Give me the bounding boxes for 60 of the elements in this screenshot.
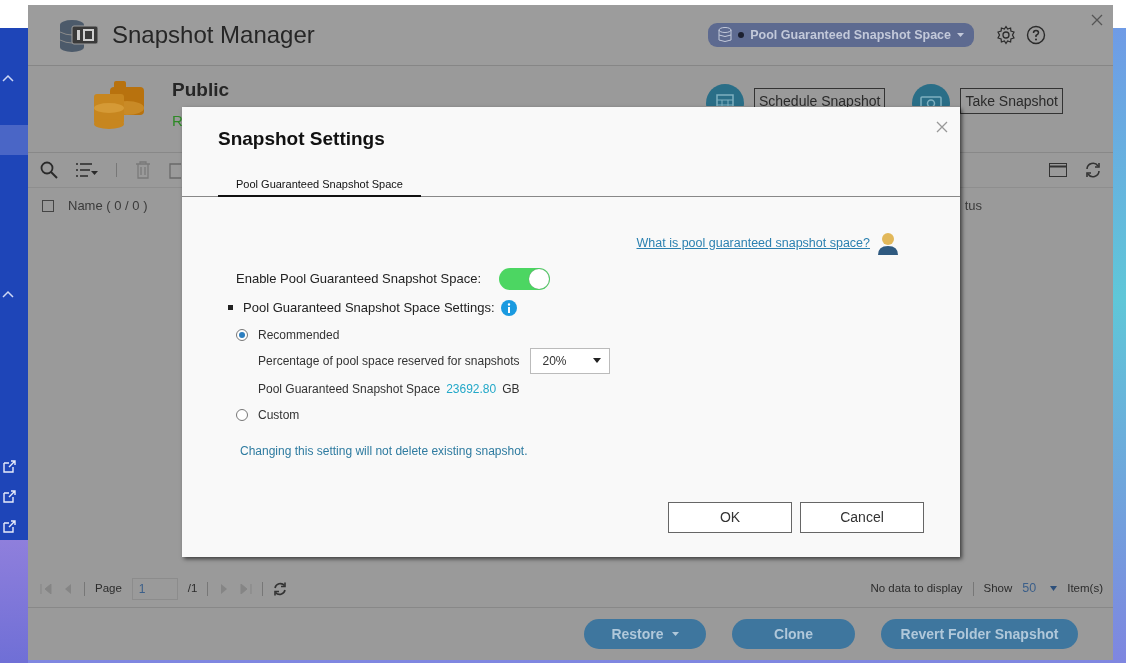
note-text: Changing this setting will not delete existing snapshot.	[240, 442, 529, 460]
refresh-icon[interactable]	[273, 581, 288, 596]
page-size-select[interactable]: 50	[1022, 579, 1058, 598]
caret-icon	[957, 33, 964, 37]
items-label: Item(s)	[1067, 580, 1103, 596]
cancel-button[interactable]: Cancel	[800, 502, 924, 533]
search-icon[interactable]	[40, 161, 58, 179]
chevron-up-icon[interactable]	[2, 290, 14, 298]
ok-button[interactable]: OK	[668, 502, 792, 533]
dropdown-button[interactable]: Restore	[584, 619, 706, 649]
tab[interactable]: Pool Guaranteed Snapshot Space	[218, 175, 421, 197]
action-button[interactable]: Revert Folder Snapshot	[881, 619, 1078, 649]
toggle-switch[interactable]	[499, 268, 550, 290]
page-field[interactable]: 1	[131, 577, 178, 600]
database-icon	[718, 27, 733, 43]
percentage-label: Percentage of pool space reserved for snapshots	[258, 352, 520, 370]
unit-label: GB	[502, 380, 520, 398]
show-label: Show	[983, 580, 1013, 596]
status-text: R	[172, 110, 184, 131]
radio-button[interactable]	[236, 328, 248, 341]
caret-icon	[1050, 586, 1058, 591]
info-icon	[500, 299, 517, 316]
status-dot-icon	[738, 32, 745, 38]
pool-selector[interactable]: Pool Guaranteed Snapshot Space	[708, 23, 974, 47]
select-all-checkbox[interactable]	[42, 200, 54, 212]
external-link-icon[interactable]	[3, 520, 16, 533]
space-label: Pool Guaranteed Snapshot Space	[258, 380, 441, 398]
window-icon[interactable]	[1049, 163, 1067, 177]
action-button[interactable]: Clone	[732, 619, 855, 649]
bullet-icon	[228, 305, 233, 311]
external-link-icon[interactable]	[3, 460, 16, 473]
dialog-title: Snapshot Settings	[218, 127, 385, 151]
settings-icon[interactable]	[996, 25, 1016, 45]
close-icon[interactable]	[936, 121, 948, 133]
page-total: /1	[187, 580, 198, 596]
help-icon[interactable]	[1026, 25, 1046, 45]
option-label: Custom	[258, 406, 300, 424]
option-label: Recommended	[258, 326, 340, 344]
person-icon	[876, 231, 900, 255]
external-link-icon[interactable]	[3, 490, 16, 503]
sidebar-highlight	[0, 125, 28, 155]
enable-label: Enable Pool Guaranteed Snapshot Space:	[236, 270, 481, 289]
camera-icon	[912, 84, 951, 106]
refresh-icon[interactable]	[1085, 162, 1101, 178]
column-header: tus	[964, 197, 982, 216]
folder-name: Public	[172, 78, 229, 102]
column-header: Name ( 0 / 0 )	[68, 197, 148, 216]
take-snapshot-button[interactable]: Take Snapshot	[960, 88, 1063, 114]
app-title: Snapshot Manager	[112, 20, 315, 50]
space-value: 23692.80	[446, 380, 497, 398]
close-icon[interactable]	[1091, 14, 1103, 26]
caret-icon	[592, 358, 601, 363]
list-filter-icon[interactable]	[76, 163, 98, 177]
section-label: Pool Guaranteed Snapshot Space Settings:	[243, 299, 495, 317]
chevron-up-icon[interactable]	[2, 74, 14, 82]
radio-button[interactable]	[236, 408, 248, 421]
status-text: No data to display	[870, 580, 963, 596]
page-label: Page	[95, 580, 122, 596]
percentage-select[interactable]: 20%	[529, 347, 610, 374]
help-link[interactable]: What is pool guaranteed snapshot space?	[636, 233, 870, 253]
